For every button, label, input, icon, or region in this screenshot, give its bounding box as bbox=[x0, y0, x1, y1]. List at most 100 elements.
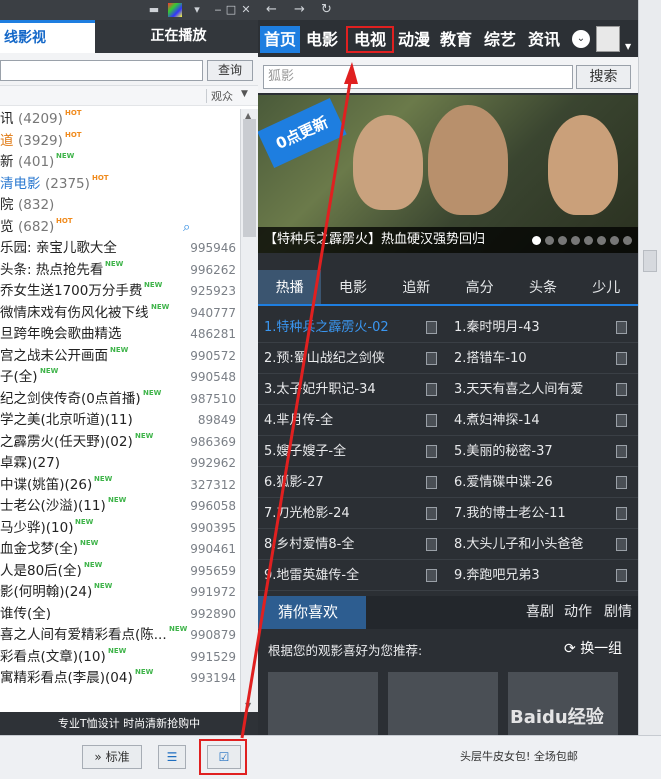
ranking-tab[interactable]: 热播 bbox=[258, 270, 322, 304]
list-item[interactable]: 纪之剑侠传奇(0点首播) 987510 NEW bbox=[0, 389, 240, 411]
nav-item[interactable]: 动漫 bbox=[394, 26, 434, 53]
list-item[interactable]: 寓精彩看点(李晨)(04) 993194 NEW bbox=[0, 668, 240, 690]
ranking-item[interactable]: 1.秦时明月-43 bbox=[454, 312, 612, 343]
document-icon[interactable] bbox=[616, 383, 627, 396]
ranking-item[interactable]: 6.狐影-27 bbox=[264, 467, 422, 498]
ranking-item[interactable]: 1.特种兵之霹雳火-02 bbox=[264, 312, 422, 343]
list-item[interactable]: 之霹雳火(任天野)(02) 986369 NEW bbox=[0, 432, 240, 454]
list-item[interactable]: 乔女生送1700万分手费 925923 NEW bbox=[0, 281, 240, 303]
right-scroll-thumb[interactable] bbox=[643, 250, 657, 272]
document-icon[interactable] bbox=[616, 507, 627, 520]
query-button[interactable]: 查询 bbox=[207, 60, 253, 81]
bottom-ad-text[interactable]: 头层牛皮女包! 全场包邮 bbox=[460, 748, 578, 764]
document-icon[interactable] bbox=[426, 383, 437, 396]
list-item[interactable]: 士老公(沙溢)(11) 996058 NEW bbox=[0, 496, 240, 518]
document-icon[interactable] bbox=[616, 352, 627, 365]
minimize-icon[interactable]: ‒ bbox=[211, 3, 225, 17]
guess-tag-comedy[interactable]: 喜剧 bbox=[526, 596, 554, 629]
ranking-item[interactable]: 8.大头儿子和小头爸爸 bbox=[454, 529, 612, 560]
scroll-down-icon[interactable]: ▼ bbox=[245, 701, 251, 710]
list-item[interactable]: 微情床戏有伤风化被下线 940777 NEW bbox=[0, 303, 240, 325]
ranking-tab[interactable]: 少儿 bbox=[575, 270, 638, 304]
ranking-item[interactable]: 5.美丽的秘密-37 bbox=[454, 436, 612, 467]
ranking-item[interactable]: 5.嫂子嫂子-全 bbox=[264, 436, 422, 467]
pager-dot[interactable] bbox=[558, 236, 567, 245]
menu-icon[interactable]: ▾ bbox=[190, 3, 204, 17]
guess-tag-drama[interactable]: 剧情 bbox=[604, 596, 632, 629]
ranking-item[interactable]: 3.太子妃升职记-34 bbox=[264, 374, 422, 405]
nav-item[interactable]: 电影 bbox=[302, 26, 342, 53]
nav-item[interactable]: 资讯 bbox=[524, 26, 564, 53]
document-icon[interactable] bbox=[426, 445, 437, 458]
list-item[interactable]: 人是80后(全) 995659 NEW bbox=[0, 561, 240, 583]
playlist-button[interactable]: ☰ bbox=[158, 745, 186, 769]
nav-item[interactable]: 电视 bbox=[346, 26, 394, 53]
list-item[interactable]: 子(全) 990548 NEW bbox=[0, 367, 240, 389]
close-icon[interactable]: ✕ bbox=[239, 3, 253, 17]
list-item[interactable]: 卓霖)(27) 992962 bbox=[0, 453, 240, 475]
list-item[interactable]: 新 (401) NEW bbox=[0, 152, 240, 174]
refresh-group-button[interactable]: ⟳ 换一组 bbox=[564, 638, 622, 658]
document-icon[interactable] bbox=[616, 538, 627, 551]
ranking-item[interactable]: 6.爱情碟中谍-26 bbox=[454, 467, 612, 498]
pager-dot[interactable] bbox=[610, 236, 619, 245]
ranking-item[interactable]: 8.乡村爱情8-全 bbox=[264, 529, 422, 560]
ranking-item[interactable]: 2.预:蜀山战纪之剑侠 bbox=[264, 343, 422, 374]
pager-dot[interactable] bbox=[532, 236, 541, 245]
avatar[interactable] bbox=[596, 26, 620, 52]
list-item[interactable]: 马少骅)(10) 990395 NEW bbox=[0, 518, 240, 540]
document-icon[interactable] bbox=[426, 476, 437, 489]
ranking-item[interactable]: 4.芈月传-全 bbox=[264, 405, 422, 436]
chevron-down-icon[interactable]: ▼ bbox=[241, 89, 248, 99]
ranking-tab[interactable]: 追新 bbox=[385, 270, 448, 304]
tab-online-video[interactable]: 线影视 bbox=[0, 20, 95, 53]
document-icon[interactable] bbox=[616, 445, 627, 458]
tab-now-playing[interactable]: 正在播放 bbox=[95, 20, 258, 53]
right-scrollbar[interactable] bbox=[638, 0, 661, 735]
document-icon[interactable] bbox=[616, 476, 627, 489]
document-icon[interactable] bbox=[426, 569, 437, 582]
list-item[interactable]: 影(何明翰)(24) 991972 NEW bbox=[0, 582, 240, 604]
message-icon[interactable]: ▬ bbox=[147, 3, 161, 17]
list-item[interactable]: 谁传(全) 992890 bbox=[0, 604, 240, 626]
pager-dot[interactable] bbox=[584, 236, 593, 245]
left-scrollbar[interactable]: ▲ ▼ bbox=[240, 109, 258, 715]
left-scroll-thumb[interactable] bbox=[243, 119, 256, 237]
ranking-tab[interactable]: 电影 bbox=[321, 270, 384, 304]
search-button[interactable]: 搜索 bbox=[576, 65, 631, 89]
document-icon[interactable] bbox=[616, 414, 627, 427]
document-icon[interactable] bbox=[616, 321, 627, 334]
list-item[interactable]: 宫之战未公开画面 990572 NEW bbox=[0, 346, 240, 368]
sort-dropdown[interactable]: 观众 bbox=[211, 88, 233, 104]
standard-mode-button[interactable]: » 标准 bbox=[82, 745, 142, 769]
refresh-icon[interactable]: ↻ bbox=[321, 2, 332, 17]
document-icon[interactable] bbox=[426, 507, 437, 520]
ranking-item[interactable]: 7.刀光枪影-24 bbox=[264, 498, 422, 529]
ranking-tab[interactable]: 头条 bbox=[511, 270, 574, 304]
pager-dot[interactable] bbox=[571, 236, 580, 245]
left-ad-banner[interactable]: 专业T恤设计 时尚清新抢购中 bbox=[0, 712, 258, 735]
pager-dot[interactable] bbox=[597, 236, 606, 245]
forward-icon[interactable]: → bbox=[294, 2, 305, 17]
list-item[interactable]: 头条: 热点抢先看 996262 NEW bbox=[0, 260, 240, 282]
list-item[interactable]: 院 (832) bbox=[0, 195, 240, 217]
left-search-input[interactable] bbox=[0, 60, 203, 81]
ranking-item[interactable]: 7.我的博士老公-11 bbox=[454, 498, 612, 529]
ranking-item[interactable]: 9.地雷英雄传-全 bbox=[264, 560, 422, 591]
recommend-thumb[interactable] bbox=[388, 672, 498, 735]
pager-dot[interactable] bbox=[545, 236, 554, 245]
ranking-tab[interactable]: 高分 bbox=[448, 270, 511, 304]
skin-icon[interactable] bbox=[168, 3, 182, 17]
list-item[interactable]: 览 (682) HOT ⌕ bbox=[0, 217, 240, 239]
avatar-chevron-icon[interactable]: ▼ bbox=[625, 42, 631, 51]
nav-item[interactable]: 首页 bbox=[260, 26, 300, 53]
ranking-item[interactable]: 4.煮妇神探-14 bbox=[454, 405, 612, 436]
ranking-item[interactable]: 9.奔跑吧兄弟3 bbox=[454, 560, 612, 591]
document-icon[interactable] bbox=[616, 569, 627, 582]
pager-dot[interactable] bbox=[623, 236, 632, 245]
ranking-item[interactable]: 3.天天有喜之人间有爱 bbox=[454, 374, 612, 405]
nav-item[interactable]: 综艺 bbox=[480, 26, 520, 53]
guess-tag-action[interactable]: 动作 bbox=[564, 596, 592, 629]
list-item[interactable]: 血金戈梦(全) 990461 NEW bbox=[0, 539, 240, 561]
video-search-input[interactable]: 狐影 bbox=[263, 65, 573, 89]
